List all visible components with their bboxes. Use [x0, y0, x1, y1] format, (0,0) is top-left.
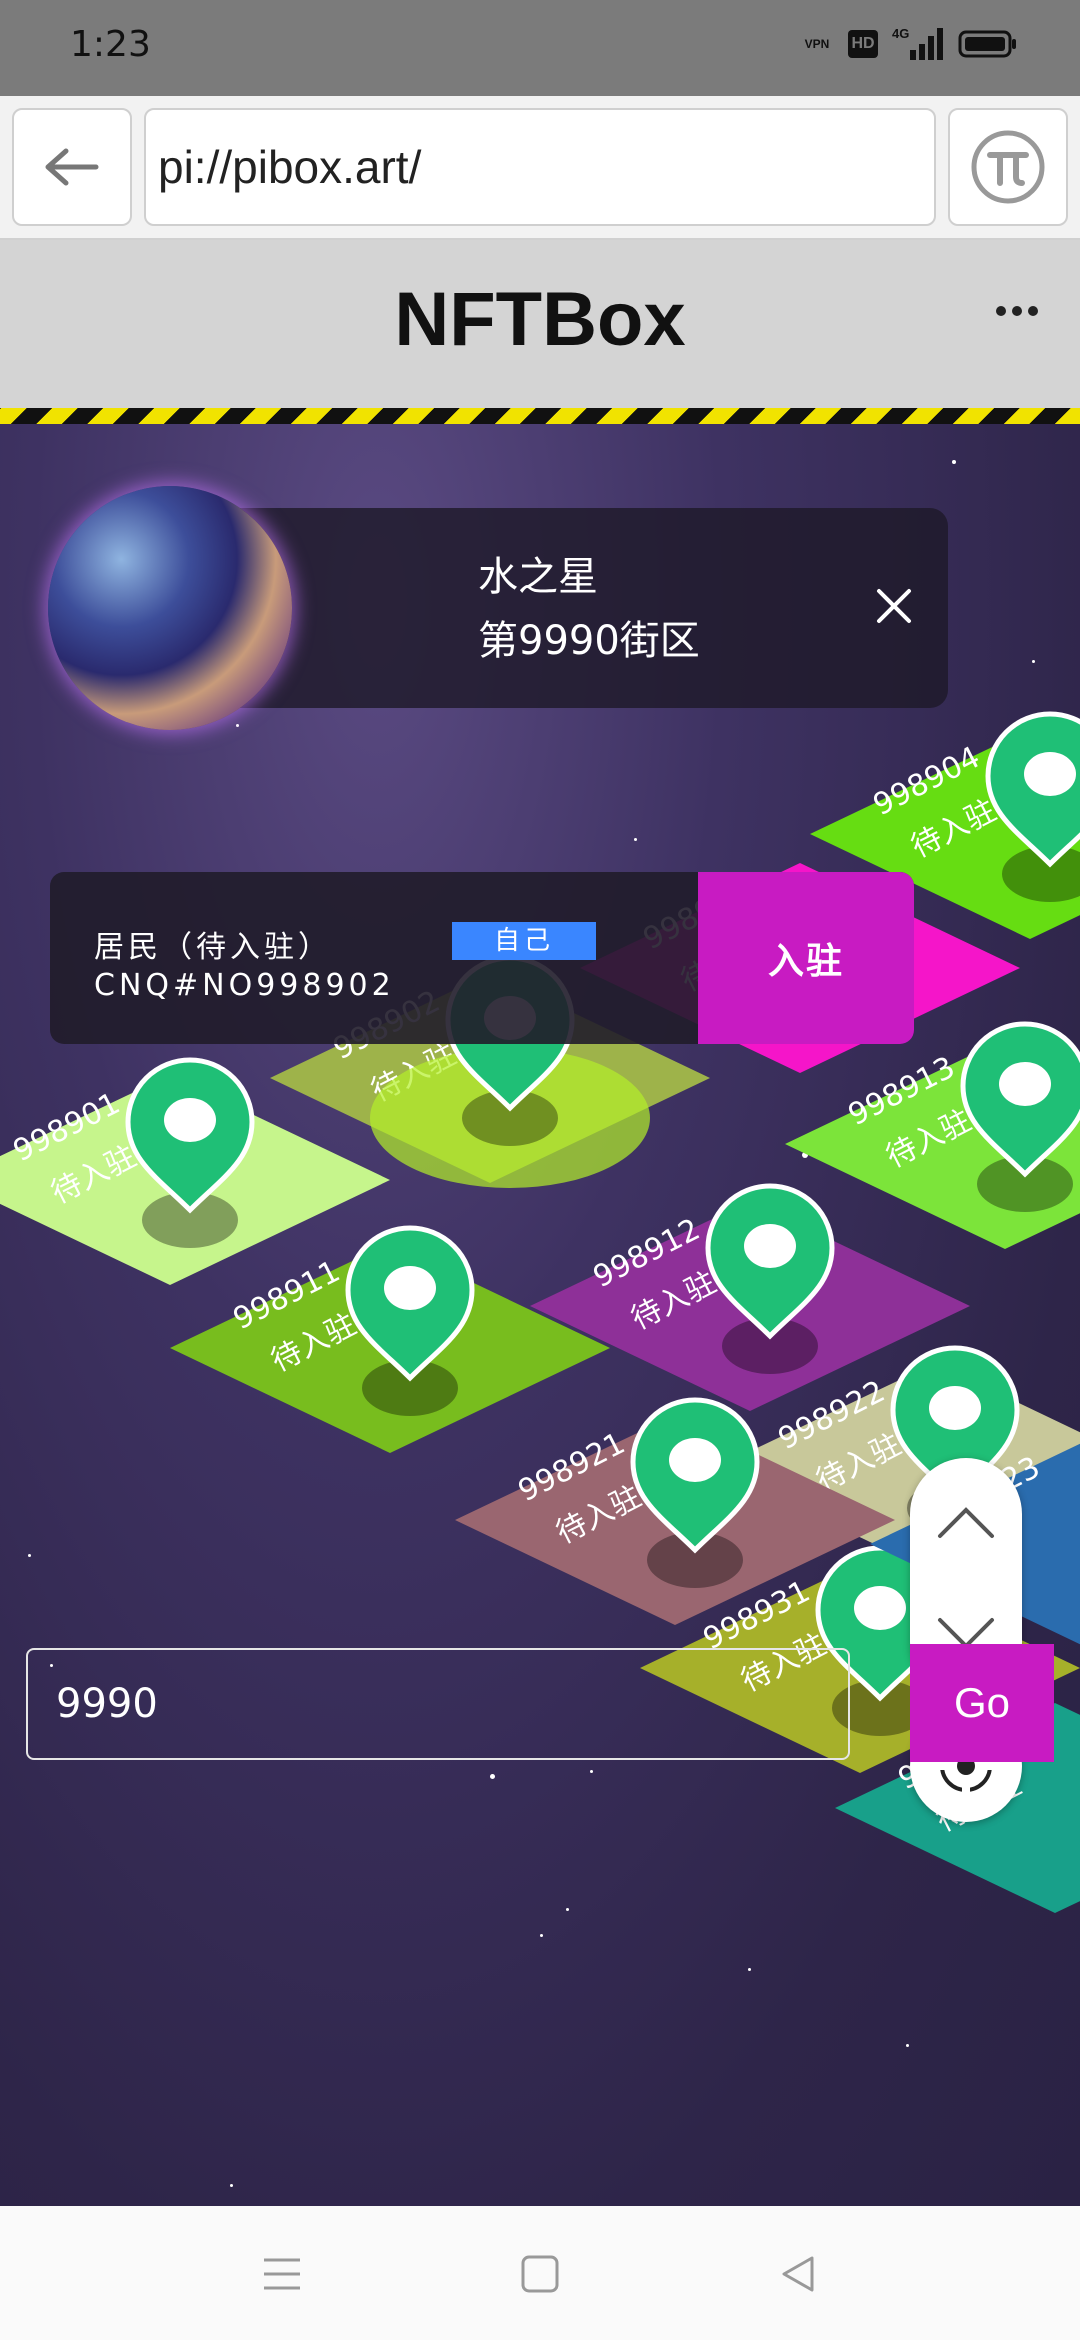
pin-dot	[669, 1438, 721, 1482]
hd-icon: HD	[848, 30, 878, 58]
pin-dot	[744, 1224, 796, 1268]
pi-logo-icon	[971, 130, 1045, 204]
pin-dot	[164, 1098, 216, 1142]
pi-button[interactable]	[948, 108, 1068, 226]
pin-dot	[384, 1266, 436, 1310]
planet-block: 第9990街区	[478, 618, 700, 664]
battery-icon	[958, 26, 1018, 62]
system-nav-bar	[0, 2206, 1080, 2340]
pin-dot	[1024, 752, 1076, 796]
status-bar: 1:23 VPN HD 4G	[0, 0, 1080, 96]
chevron-up-icon	[938, 1507, 994, 1538]
hazard-stripe	[0, 408, 1080, 424]
resident-label: 居民（待入驻）	[94, 930, 332, 965]
home-button[interactable]	[510, 2244, 570, 2304]
menu-button[interactable]	[252, 2244, 312, 2304]
map-area[interactable]: 998904待入驻998903待入驻998902待入驻998913待入驻9989…	[0, 424, 1080, 2206]
app-title: NFTBox	[394, 277, 686, 362]
pin-dot	[929, 1386, 981, 1430]
menu-icon	[264, 2258, 300, 2290]
browser-bar: pi://pibox.art/	[0, 96, 1080, 240]
close-icon	[877, 589, 911, 623]
close-button[interactable]	[866, 578, 922, 634]
vpn-icon: VPN	[804, 37, 830, 51]
plot-tile[interactable]: 998911待入驻	[170, 1225, 610, 1453]
status-icons: VPN HD 4G	[800, 26, 1018, 62]
self-badge: 自己	[452, 922, 596, 960]
zoom-in-button[interactable]	[910, 1466, 1022, 1578]
url-field[interactable]: pi://pibox.art/	[144, 108, 936, 226]
planet-card: 水之星 第9990街区	[190, 508, 948, 708]
status-time: 1:23	[70, 24, 151, 65]
back-button[interactable]	[12, 108, 132, 226]
back-triangle-icon	[782, 2256, 814, 2292]
block-search-input[interactable]: 9990	[26, 1648, 850, 1760]
pin-dot	[999, 1062, 1051, 1106]
more-icon[interactable]	[996, 306, 1038, 316]
app-header: NFTBox	[0, 240, 1080, 408]
back-arrow-icon	[45, 148, 99, 186]
settle-button[interactable]: 入驻	[698, 872, 914, 1044]
home-icon	[521, 2255, 559, 2293]
signal-icon: 4G	[892, 26, 944, 62]
planet-avatar	[48, 486, 292, 730]
resident-card: 居民（待入驻） 自己 CNQ#NO998902 入驻	[50, 872, 914, 1044]
pin-dot	[854, 1586, 906, 1630]
planet-name: 水之星	[478, 554, 598, 600]
go-button[interactable]: Go	[910, 1644, 1054, 1762]
system-back-button[interactable]	[768, 2244, 828, 2304]
resident-id: CNQ#NO998902	[94, 968, 395, 1003]
